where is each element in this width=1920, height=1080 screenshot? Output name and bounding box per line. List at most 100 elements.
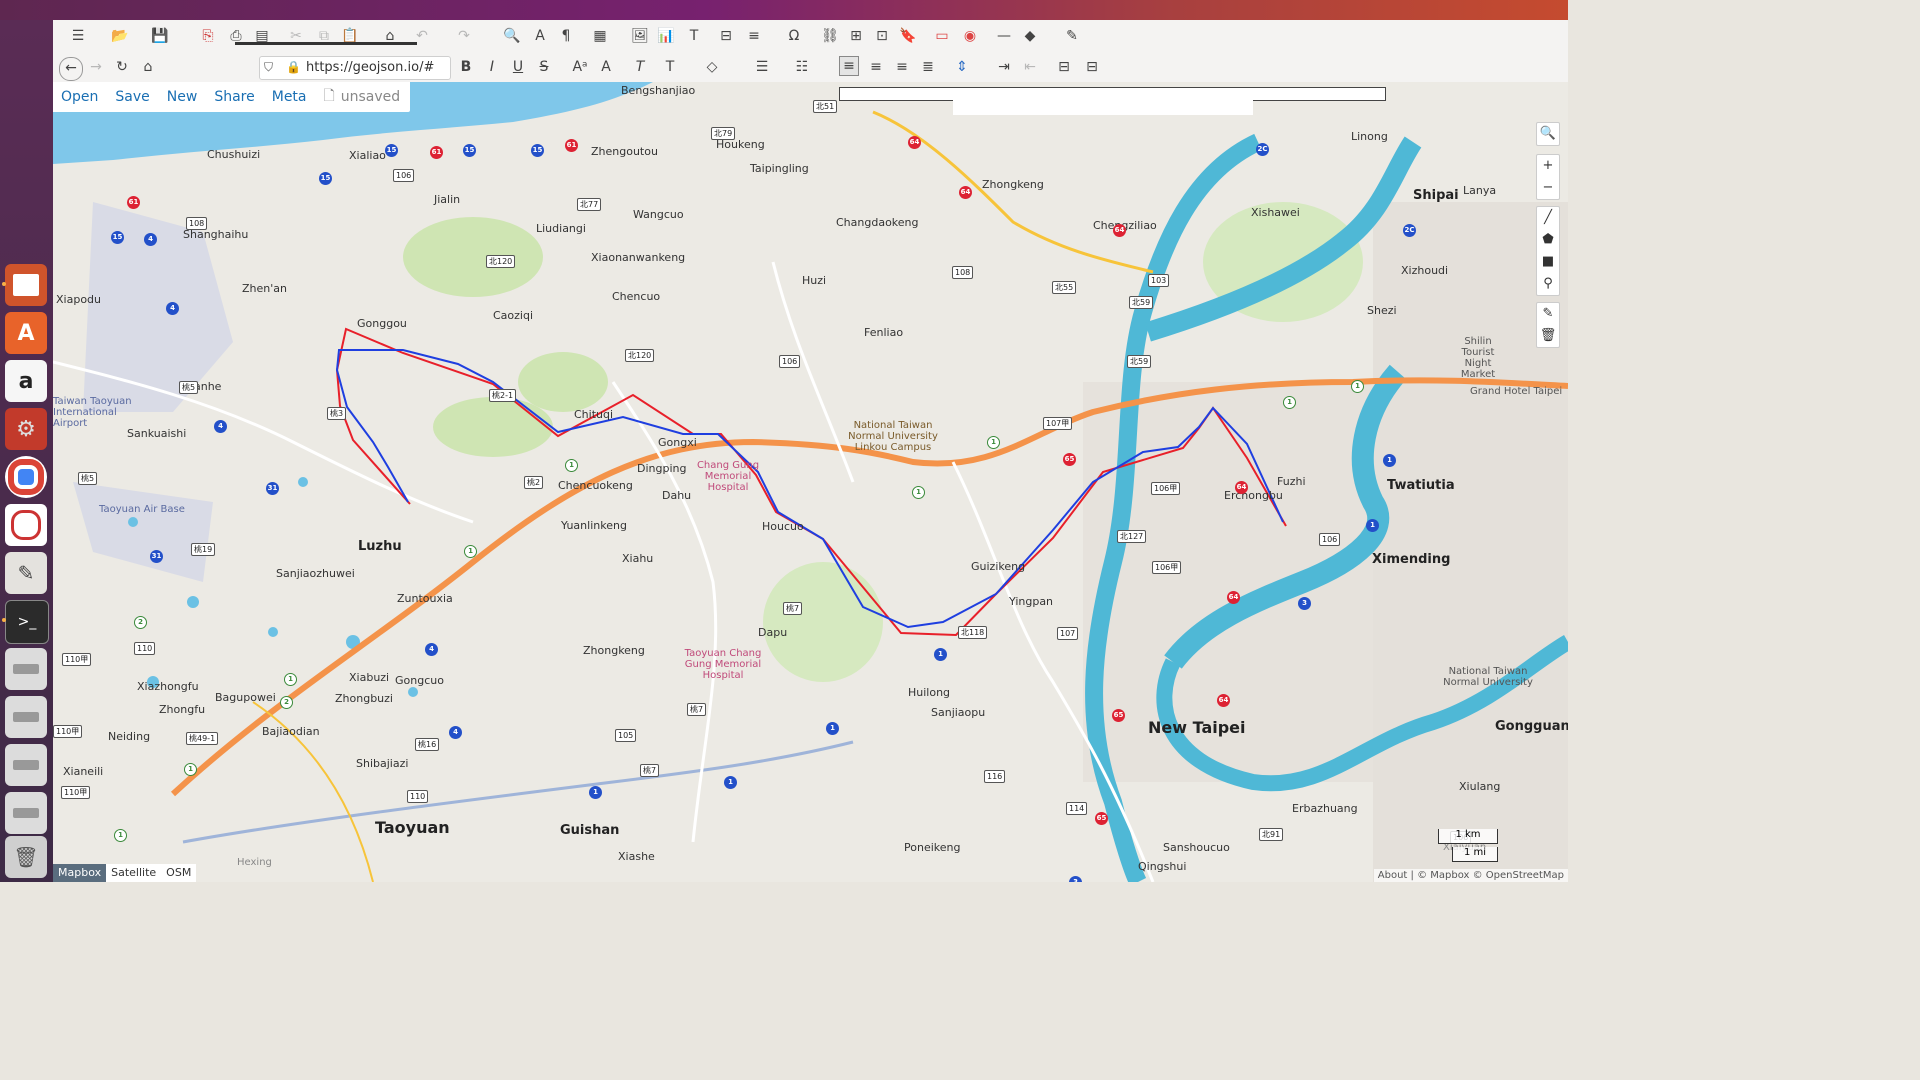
line-spacing-icon[interactable]: ⇕ [953,58,971,76]
redo-icon[interactable]: ↷ [455,27,473,45]
page-break-icon[interactable]: ⊟ [717,27,735,45]
highway-shield: 2C [1403,224,1416,237]
subscript-icon[interactable]: A [597,58,615,76]
forward-icon[interactable]: → [87,58,105,76]
clear-formatting-icon[interactable]: T [631,58,649,76]
styles-icon[interactable]: ☰ [69,27,87,45]
highway-shield: 64 [959,186,972,199]
draw-line-icon[interactable]: ╱ [1537,207,1559,229]
disk-icon[interactable] [5,696,47,738]
highway-shield: 1 [184,763,197,776]
bookmark-icon[interactable]: 🔖 [899,27,917,45]
place-label: Xizhoudi [1401,264,1449,277]
layer-osm[interactable]: OSM [161,864,196,882]
map-view[interactable]: Bengshanjiao Chushuizi Xialiao Zhengouto… [53,82,1568,882]
draw-rectangle-icon[interactable]: ■ [1537,251,1559,273]
amazon-icon[interactable]: a [5,360,47,402]
settings-icon[interactable]: ⚙ [5,408,47,450]
road-shield: 桃7 [783,602,803,615]
line-icon[interactable]: — [995,27,1013,45]
terminal-icon[interactable]: >_ [5,600,49,644]
underline-icon[interactable]: U [509,58,527,76]
impress-app-icon[interactable] [5,264,47,306]
search-icon[interactable]: 🔍 [1537,123,1559,145]
road-shield: 桃2-1 [489,389,517,402]
chrome-icon[interactable] [5,456,47,498]
numbered-list-icon[interactable]: ☷ [793,58,811,76]
paragraph-spacing2-icon[interactable]: ⊟ [1083,58,1101,76]
new-menu-button[interactable]: New [167,89,198,105]
reload-icon[interactable]: ↻ [113,58,131,76]
align-right-icon[interactable]: ≡ [893,58,911,76]
home-icon[interactable]: ⌂ [139,58,157,76]
justify-icon[interactable]: ≣ [919,58,937,76]
cross-reference-icon[interactable]: ⊡ [873,27,891,45]
zoom-in-icon[interactable]: + [1537,155,1559,177]
road-shield: 103 [1148,274,1170,287]
road-shield: 北59 [1127,355,1152,368]
hyperlink-icon[interactable]: ⛓ [821,27,839,45]
special-character-icon[interactable]: Ω [785,27,803,45]
outdent-icon[interactable]: ⇤ [1021,58,1039,76]
align-center-icon[interactable]: ≡ [867,58,885,76]
formatting-marks-icon[interactable]: ¶ [557,27,575,45]
bold-icon[interactable]: B [457,58,475,76]
trash-icon[interactable]: 🗑 [5,836,47,878]
spelling-icon[interactable]: A [531,27,549,45]
share-menu-button[interactable]: Share [214,89,254,105]
city-label: Shipai [1413,188,1459,203]
place-label: Huzi [802,274,827,287]
italic-icon[interactable]: I [483,58,501,76]
software-center-icon[interactable]: A [5,312,47,354]
back-icon[interactable]: ← [59,57,83,81]
insert-chart-icon[interactable]: 📊 [657,27,675,45]
insert-field-icon[interactable]: ≡ [745,27,763,45]
meta-menu-button[interactable]: Meta [272,89,307,105]
save-icon[interactable]: 💾 [151,27,169,45]
open-file-icon[interactable]: 📂 [111,27,129,45]
edit-icon[interactable]: ✎ [1537,303,1559,325]
delete-icon[interactable]: 🗑 [1537,325,1559,347]
layer-mapbox[interactable]: Mapbox [53,864,107,882]
strikethrough-icon[interactable]: S [535,58,553,76]
comment-icon[interactable]: ▭ [933,27,951,45]
road-shield: 桃5 [78,472,98,485]
indent-icon[interactable]: ⇥ [995,58,1013,76]
font-color-icon[interactable]: T [661,58,679,76]
disk-icon[interactable] [5,648,47,690]
disk-icon[interactable] [5,792,47,834]
url-bar[interactable]: ⛉ 🔒 https://geojson.io/# [259,56,451,80]
highlight-icon[interactable]: ◇ [703,58,721,76]
place-label: Xiashe [618,850,655,863]
text-editor-icon[interactable]: ✎ [5,552,47,594]
export-pdf-icon[interactable]: ⎘ [199,27,217,45]
layer-satellite[interactable]: Satellite [106,864,161,882]
place-label: Lanya [1463,184,1497,197]
align-left-icon[interactable]: ≡ [839,56,859,76]
save-menu-button[interactable]: Save [115,89,149,105]
draw-icon[interactable]: ✎ [1063,27,1081,45]
bullet-list-icon[interactable]: ☰ [753,58,771,76]
city-label: Luzhu [358,539,402,554]
track-changes-icon[interactable]: ◉ [961,27,979,45]
open-menu-button[interactable]: Open [61,89,98,105]
insert-textbox-icon[interactable]: T [685,27,703,45]
highway-shield: 1 [912,486,925,499]
map-attribution[interactable]: About | © Mapbox © OpenStreetMap [1373,869,1568,882]
email-app-icon[interactable] [5,504,47,546]
paragraph-spacing-icon[interactable]: ⊟ [1055,58,1073,76]
superscript-icon[interactable]: Aᵃ [571,58,589,76]
map-scale-mi: 1 mi [1452,847,1498,862]
draw-marker-icon[interactable]: ⚲ [1537,273,1559,295]
basic-shapes-icon[interactable]: ◆ [1021,27,1039,45]
find-icon[interactable]: 🔍 [503,27,521,45]
footnote-icon[interactable]: ⊞ [847,27,865,45]
insert-image-icon[interactable]: 🖼 [631,27,649,45]
draw-polygon-icon[interactable]: ⬟ [1537,229,1559,251]
zoom-out-icon[interactable]: − [1537,177,1559,199]
park-area [433,397,553,457]
road-shield: 北91 [1259,828,1284,841]
place-label: Xialiao [349,149,386,162]
insert-table-icon[interactable]: ▦ [591,27,609,45]
disk-icon[interactable] [5,744,47,786]
